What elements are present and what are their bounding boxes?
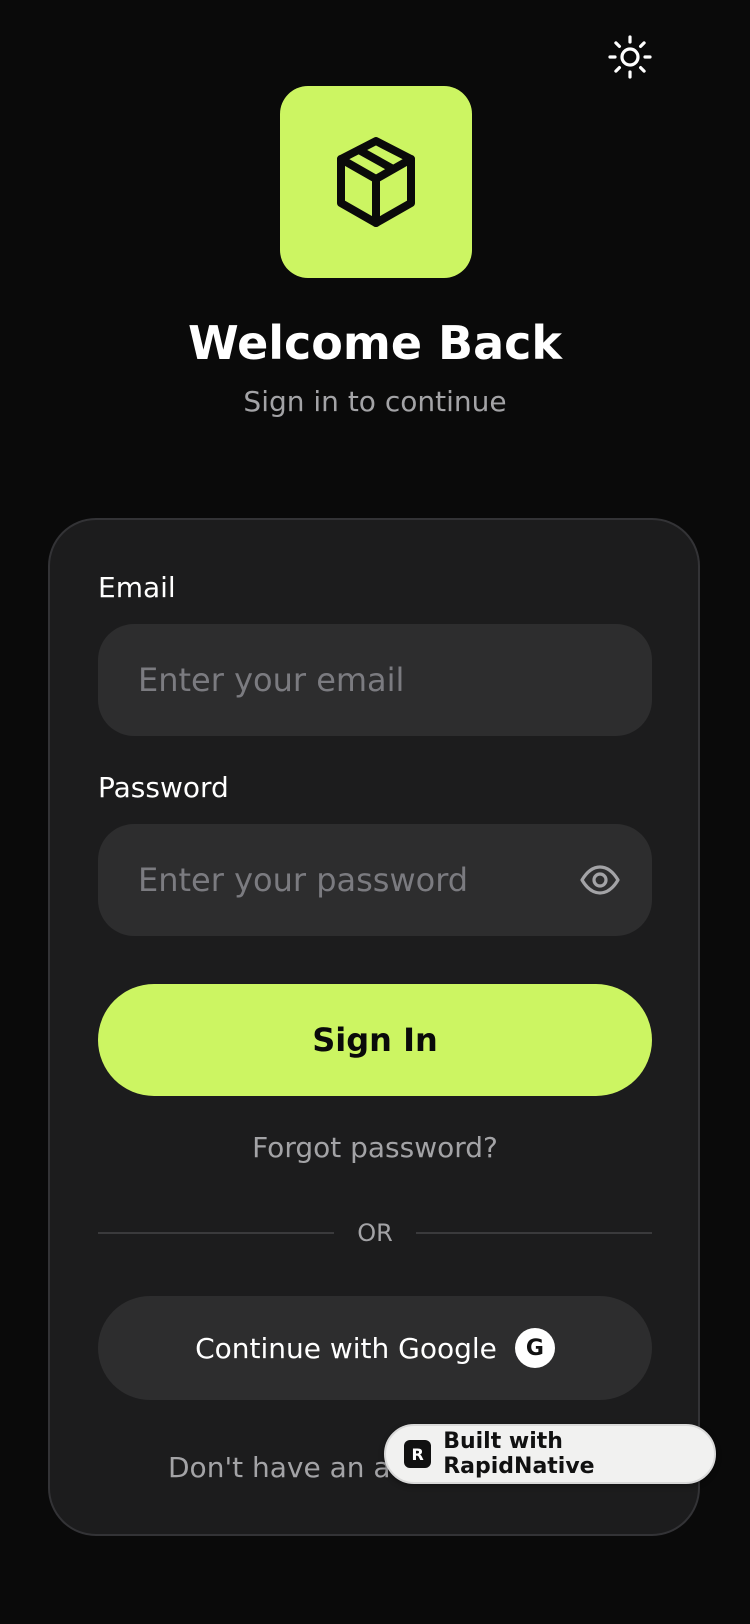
package-box-icon [337,137,415,227]
badge-label: Built with RapidNative [443,1429,595,1479]
email-label: Email [98,571,176,604]
google-signin-button[interactable]: Continue with Google G [98,1296,652,1400]
divider-right [416,1232,652,1234]
google-icon: G [514,1328,555,1368]
email-field[interactable]: Enter your email [98,624,652,736]
password-label: Password [98,771,229,804]
google-button-label: Continue with Google [195,1331,497,1365]
password-visibility-toggle[interactable] [578,858,622,902]
divider-or-label: OR [357,1219,393,1247]
sign-in-button[interactable]: Sign In [98,984,652,1096]
password-field[interactable]: Enter your password [98,824,652,936]
email-placeholder: Enter your email [138,661,405,699]
rapidnative-logo-icon: R [404,1440,432,1468]
built-with-badge[interactable]: R Built with RapidNative [384,1424,716,1484]
divider-left [98,1232,334,1234]
page-title: Welcome Back [187,316,563,370]
theme-toggle-button[interactable] [605,32,655,82]
app-logo [280,86,472,278]
sun-icon [608,35,652,79]
page-subtitle: Sign in to continue [243,385,507,418]
eye-icon [580,865,620,895]
forgot-password-link[interactable]: Forgot password? [0,1126,750,1170]
password-placeholder: Enter your password [138,861,469,899]
